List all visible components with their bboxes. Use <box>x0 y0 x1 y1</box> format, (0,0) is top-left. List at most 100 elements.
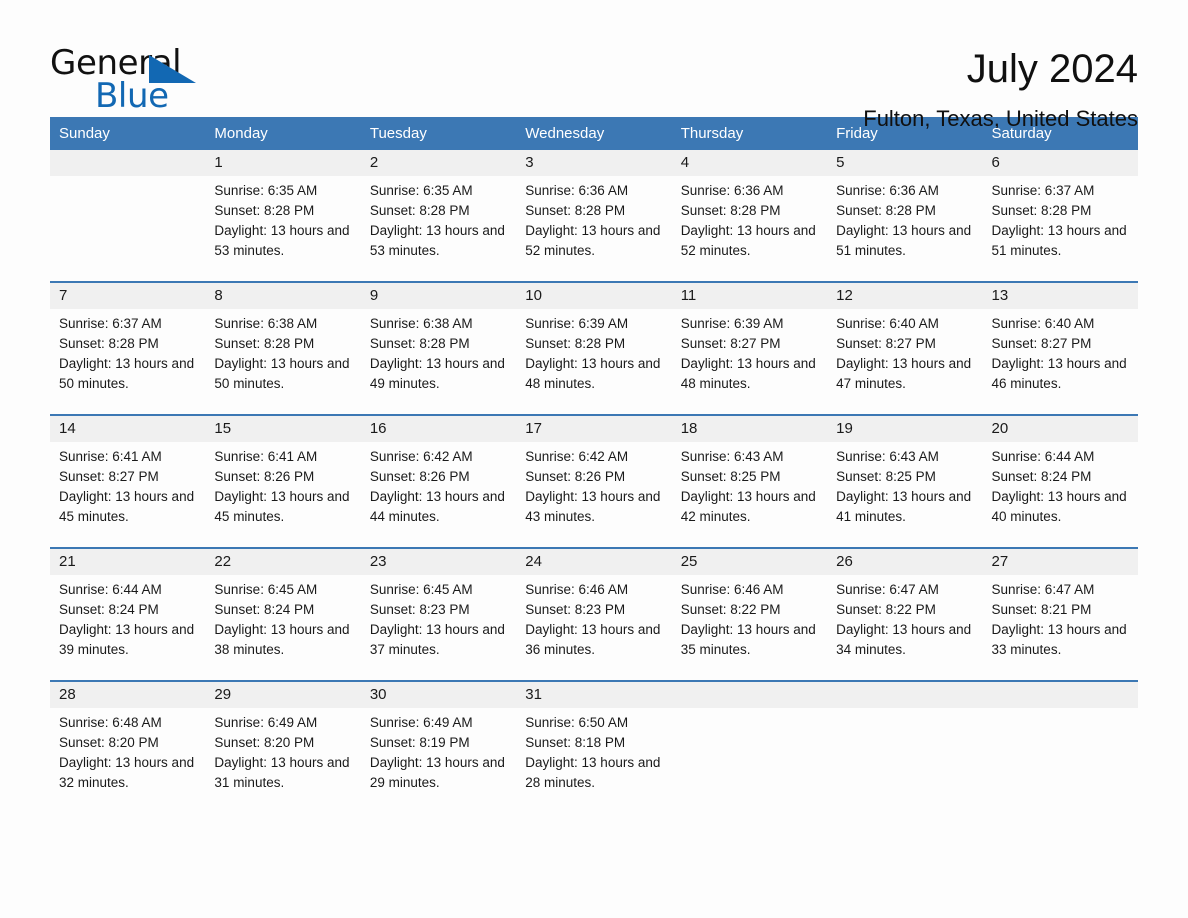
daylight-text: Daylight: 13 hours and 50 minutes. <box>59 356 195 391</box>
day-number <box>671 682 828 708</box>
calendar-day-cell[interactable]: 10 Sunrise: 6:39 AM Sunset: 8:28 PM Dayligh… <box>516 281 672 415</box>
calendar-day-cell[interactable]: 29 Sunrise: 6:49 AM Sunset: 8:20 PM Dayligh… <box>205 680 361 813</box>
calendar-day-cell[interactable]: 7 Sunrise: 6:37 AM Sunset: 8:28 PM Daylight… <box>50 281 206 415</box>
daylight-text: Daylight: 13 hours and 52 minutes. <box>525 223 661 258</box>
calendar-day-cell[interactable]: 27 Sunrise: 6:47 AM Sunset: 8:21 PM Dayligh… <box>982 547 1138 681</box>
day-details: Sunrise: 6:47 AM Sunset: 8:21 PM Daylight:… <box>983 575 1138 660</box>
sunrise-sunset-calendar-table: Sunday Monday Tuesday Wednesday Thursday… <box>50 117 1138 813</box>
day-details: Sunrise: 6:35 AM Sunset: 8:28 PM Daylight:… <box>361 176 516 261</box>
calendar-day-cell[interactable]: 11 Sunrise: 6:39 AM Sunset: 8:27 PM Dayligh… <box>671 281 828 415</box>
day-number <box>50 150 206 176</box>
sunrise-text: Sunrise: 6:39 AM <box>680 316 784 331</box>
calendar-day-cell[interactable]: 6 Sunrise: 6:37 AM Sunset: 8:28 PM Daylight… <box>982 150 1138 282</box>
sunrise-text: Sunrise: 6:46 AM <box>680 582 784 597</box>
sunset-text: Sunset: 8:24 PM <box>991 469 1092 484</box>
day-details: Sunrise: 6:38 AM Sunset: 8:28 PM Daylight:… <box>361 309 516 394</box>
day-cell-content: 13 Sunrise: 6:40 AM Sunset: 8:27 PM Dayligh… <box>982 283 1138 414</box>
day-cell-content <box>827 682 983 813</box>
calendar-day-cell[interactable]: 14 Sunrise: 6:41 AM Sunset: 8:27 PM Dayligh… <box>50 414 206 548</box>
sunrise-text: Sunrise: 6:45 AM <box>214 582 318 597</box>
day-cell-content: 30 Sunrise: 6:49 AM Sunset: 8:19 PM Dayligh… <box>360 682 517 813</box>
day-details: Sunrise: 6:41 AM Sunset: 8:26 PM Daylight:… <box>205 442 360 527</box>
calendar-day-cell[interactable]: 5 Sunrise: 6:36 AM Sunset: 8:28 PM Daylight… <box>827 150 983 282</box>
day-details: Sunrise: 6:42 AM Sunset: 8:26 PM Daylight:… <box>516 442 671 527</box>
day-number <box>827 682 983 708</box>
day-cell-content: 26 Sunrise: 6:47 AM Sunset: 8:22 PM Dayligh… <box>827 549 983 680</box>
daylight-text: Daylight: 13 hours and 44 minutes. <box>369 489 505 524</box>
calendar-day-cell[interactable]: 23 Sunrise: 6:45 AM Sunset: 8:23 PM Dayligh… <box>360 547 517 681</box>
sunrise-text: Sunrise: 6:38 AM <box>369 316 473 331</box>
sunrise-text: Sunrise: 6:35 AM <box>369 183 473 198</box>
day-number: 11 <box>671 283 828 309</box>
calendar-day-cell[interactable]: 20 Sunrise: 6:44 AM Sunset: 8:24 PM Dayligh… <box>982 414 1138 548</box>
daylight-text: Daylight: 13 hours and 33 minutes. <box>991 622 1127 657</box>
day-cell-content: 7 Sunrise: 6:37 AM Sunset: 8:28 PM Daylight… <box>50 283 206 414</box>
calendar-day-cell[interactable]: 28 Sunrise: 6:48 AM Sunset: 8:20 PM Dayligh… <box>50 680 206 813</box>
calendar-day-cell[interactable]: 4 Sunrise: 6:36 AM Sunset: 8:28 PM Daylight… <box>671 150 828 282</box>
calendar-day-cell[interactable]: 3 Sunrise: 6:36 AM Sunset: 8:28 PM Daylight… <box>516 150 672 282</box>
daylight-text: Daylight: 13 hours and 34 minutes. <box>836 622 972 657</box>
calendar-day-cell[interactable]: 2 Sunrise: 6:35 AM Sunset: 8:28 PM Daylight… <box>360 150 517 282</box>
title-block: July 2024 Fulton, Texas, United States <box>863 44 1138 132</box>
day-details: Sunrise: 6:40 AM Sunset: 8:27 PM Daylight:… <box>827 309 982 394</box>
daylight-text: Daylight: 13 hours and 53 minutes. <box>214 223 350 258</box>
day-cell-content: 24 Sunrise: 6:46 AM Sunset: 8:23 PM Dayligh… <box>516 549 672 680</box>
day-number: 21 <box>50 549 206 575</box>
calendar-day-cell[interactable]: 31 Sunrise: 6:50 AM Sunset: 8:18 PM Dayligh… <box>516 680 672 813</box>
day-details: Sunrise: 6:39 AM Sunset: 8:28 PM Daylight:… <box>516 309 671 394</box>
daylight-text: Daylight: 13 hours and 46 minutes. <box>991 356 1127 391</box>
daylight-text: Daylight: 13 hours and 48 minutes. <box>525 356 661 391</box>
calendar-day-cell[interactable]: 15 Sunrise: 6:41 AM Sunset: 8:26 PM Dayligh… <box>205 414 361 548</box>
day-number: 18 <box>671 416 828 442</box>
day-details: Sunrise: 6:46 AM Sunset: 8:22 PM Daylight:… <box>672 575 827 660</box>
sunset-text: Sunset: 8:19 PM <box>369 735 470 750</box>
calendar-day-cell[interactable]: 9 Sunrise: 6:38 AM Sunset: 8:28 PM Daylight… <box>360 281 517 415</box>
calendar-day-cell[interactable]: 17 Sunrise: 6:42 AM Sunset: 8:26 PM Dayligh… <box>516 414 672 548</box>
daylight-text: Daylight: 13 hours and 38 minutes. <box>214 622 350 657</box>
sunrise-text: Sunrise: 6:37 AM <box>59 316 162 331</box>
day-details: Sunrise: 6:42 AM Sunset: 8:26 PM Daylight:… <box>361 442 516 527</box>
sunset-text: Sunset: 8:28 PM <box>991 203 1092 218</box>
day-details: Sunrise: 6:43 AM Sunset: 8:25 PM Daylight:… <box>827 442 982 527</box>
calendar-day-cell[interactable]: 19 Sunrise: 6:43 AM Sunset: 8:25 PM Dayligh… <box>827 414 983 548</box>
sunset-text: Sunset: 8:26 PM <box>525 469 626 484</box>
calendar-day-cell[interactable]: 13 Sunrise: 6:40 AM Sunset: 8:27 PM Dayligh… <box>982 281 1138 415</box>
daylight-text: Daylight: 13 hours and 42 minutes. <box>680 489 816 524</box>
calendar-day-cell[interactable]: 8 Sunrise: 6:38 AM Sunset: 8:28 PM Daylight… <box>205 281 361 415</box>
day-cell-content: 23 Sunrise: 6:45 AM Sunset: 8:23 PM Dayligh… <box>360 549 517 680</box>
day-number: 2 <box>360 150 517 176</box>
sunrise-text: Sunrise: 6:43 AM <box>836 449 939 464</box>
day-number: 15 <box>205 416 361 442</box>
sunrise-text: Sunrise: 6:48 AM <box>59 715 162 730</box>
day-cell-content: 22 Sunrise: 6:45 AM Sunset: 8:24 PM Dayligh… <box>205 549 361 680</box>
calendar-day-cell[interactable]: 18 Sunrise: 6:43 AM Sunset: 8:25 PM Dayligh… <box>671 414 828 548</box>
day-number: 14 <box>50 416 206 442</box>
sunrise-text: Sunrise: 6:40 AM <box>836 316 939 331</box>
calendar-day-cell[interactable]: 22 Sunrise: 6:45 AM Sunset: 8:24 PM Dayligh… <box>205 547 361 681</box>
calendar-day-cell[interactable]: 30 Sunrise: 6:49 AM Sunset: 8:19 PM Dayligh… <box>360 680 517 813</box>
day-cell-content: 2 Sunrise: 6:35 AM Sunset: 8:28 PM Daylight… <box>360 150 517 281</box>
calendar-day-cell[interactable]: 26 Sunrise: 6:47 AM Sunset: 8:22 PM Dayligh… <box>827 547 983 681</box>
sunset-text: Sunset: 8:20 PM <box>214 735 315 750</box>
day-details: Sunrise: 6:45 AM Sunset: 8:24 PM Daylight:… <box>205 575 360 660</box>
sunrise-text: Sunrise: 6:36 AM <box>525 183 629 198</box>
day-details: Sunrise: 6:36 AM Sunset: 8:28 PM Daylight:… <box>516 176 671 261</box>
calendar-week-row: 21 Sunrise: 6:44 AM Sunset: 8:24 PM Dayligh… <box>50 547 1138 681</box>
sunrise-text: Sunrise: 6:44 AM <box>59 582 162 597</box>
calendar-day-cell[interactable]: 1 Sunrise: 6:35 AM Sunset: 8:28 PM Daylight… <box>205 150 361 282</box>
day-details: Sunrise: 6:44 AM Sunset: 8:24 PM Daylight:… <box>50 575 205 660</box>
calendar-day-cell[interactable]: 24 Sunrise: 6:46 AM Sunset: 8:23 PM Dayligh… <box>516 547 672 681</box>
daylight-text: Daylight: 13 hours and 51 minutes. <box>991 223 1127 258</box>
sunrise-text: Sunrise: 6:50 AM <box>525 715 629 730</box>
weekday-header-tuesday: Tuesday <box>360 117 517 150</box>
general-blue-logo: General Blue <box>50 44 200 116</box>
calendar-day-cell[interactable]: 16 Sunrise: 6:42 AM Sunset: 8:26 PM Dayligh… <box>360 414 517 548</box>
calendar-day-cell[interactable]: 12 Sunrise: 6:40 AM Sunset: 8:27 PM Dayligh… <box>827 281 983 415</box>
sunrise-text: Sunrise: 6:49 AM <box>214 715 318 730</box>
day-details: Sunrise: 6:36 AM Sunset: 8:28 PM Daylight:… <box>672 176 827 261</box>
calendar-day-cell[interactable]: 21 Sunrise: 6:44 AM Sunset: 8:24 PM Dayligh… <box>50 547 206 681</box>
calendar-day-cell[interactable]: 25 Sunrise: 6:46 AM Sunset: 8:22 PM Dayligh… <box>671 547 828 681</box>
sunset-text: Sunset: 8:25 PM <box>836 469 936 484</box>
daylight-text: Daylight: 13 hours and 31 minutes. <box>214 755 350 790</box>
sunrise-text: Sunrise: 6:41 AM <box>214 449 318 464</box>
